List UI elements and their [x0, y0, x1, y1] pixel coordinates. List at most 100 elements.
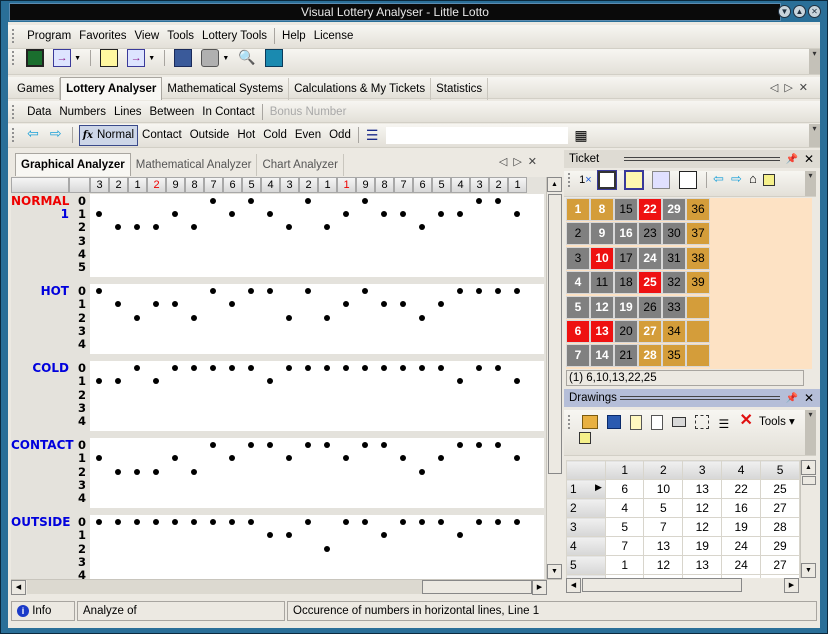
ticket-number-cell[interactable]: 3: [566, 246, 590, 270]
drawings-cell[interactable]: 1: [604, 555, 645, 575]
printer-icon[interactable]: [201, 49, 220, 67]
tab-chart-analyzer[interactable]: Chart Analyzer: [257, 154, 344, 176]
drawings-cell[interactable]: 29: [760, 536, 800, 556]
ticket-number-cell[interactable]: 27: [638, 320, 662, 343]
drawings-cell[interactable]: 5: [643, 498, 684, 518]
calculator-display-icon[interactable]: [265, 49, 284, 67]
drawings-row[interactable]: 5 1 12 13 24 27: [566, 555, 800, 575]
drawings-cell[interactable]: 13: [682, 479, 723, 499]
column-header[interactable]: 7: [394, 177, 413, 193]
toolbar-overflow-button[interactable]: ▾: [805, 410, 816, 455]
ticket-selection-field[interactable]: (1) 6,10,13,22,25: [566, 370, 804, 386]
column-header[interactable]: 9: [356, 177, 375, 193]
ticket-number-cell[interactable]: 17: [614, 246, 638, 270]
ticket-number-cell[interactable]: 5: [566, 295, 590, 319]
drawings-row-header[interactable]: 2: [566, 498, 606, 518]
ticket-number-cell[interactable]: 1: [566, 198, 590, 221]
column-header[interactable]: 2: [299, 177, 318, 193]
horizontal-scrollbar[interactable]: ◀ ▶: [11, 579, 562, 595]
drawings-cell[interactable]: 13: [682, 555, 723, 575]
pin-icon[interactable]: 📌: [786, 390, 798, 408]
tab-graphical-analyzer[interactable]: Graphical Analyzer: [15, 153, 131, 176]
column-header[interactable]: 1: [318, 177, 337, 193]
drawings-cell[interactable]: 24: [721, 555, 762, 575]
column-header[interactable]: 1: [508, 177, 527, 193]
ticket-number-cell[interactable]: 31: [662, 246, 686, 270]
drawings-cell[interactable]: 4: [604, 498, 645, 518]
tab-calculations-my-tickets[interactable]: Calculations & My Tickets: [289, 78, 432, 100]
ticket-number-cell[interactable]: 19: [614, 295, 638, 319]
grid-view-icon[interactable]: [26, 49, 45, 67]
list-options-icon[interactable]: ☰: [366, 127, 379, 143]
new-document-icon[interactable]: [630, 414, 643, 430]
select-frame-icon[interactable]: [695, 415, 710, 430]
column-header[interactable]: 7: [204, 177, 223, 193]
column-header[interactable]: 2: [147, 177, 166, 193]
vertical-scrollbar[interactable]: ▲ ▼: [546, 177, 562, 579]
ticket-number-cell[interactable]: 36: [686, 198, 710, 221]
scroll-thumb[interactable]: [422, 580, 532, 594]
export2-icon[interactable]: →: [127, 49, 146, 67]
column-header[interactable]: 2: [489, 177, 508, 193]
delete-icon[interactable]: ✕: [740, 412, 753, 429]
menu-program[interactable]: Program: [23, 25, 75, 47]
dropdown-arrow-icon[interactable]: ▼: [222, 55, 229, 62]
scroll-up-button[interactable]: ▲: [801, 460, 816, 475]
ticket-number-cell[interactable]: 38: [686, 246, 710, 270]
drawings-row[interactable]: 2 4 5 12 16 27: [566, 498, 800, 518]
analysis-menu-lines[interactable]: Lines: [110, 101, 146, 123]
ticket-number-cell[interactable]: 8: [590, 198, 614, 221]
column-header[interactable]: 6: [413, 177, 432, 193]
ticket-number-cell[interactable]: 22: [638, 198, 662, 221]
drawings-cell[interactable]: 24: [721, 536, 762, 556]
drawings-row[interactable]: 3 5 7 12 19 28: [566, 517, 800, 537]
ticket-number-cell[interactable]: 34: [662, 320, 686, 343]
filter-contact[interactable]: Contact: [138, 124, 186, 146]
analysis-menu-between[interactable]: Between: [146, 101, 199, 123]
print-preview-icon[interactable]: 🔍: [238, 49, 256, 67]
document-icon[interactable]: [100, 49, 119, 67]
drawings-row[interactable]: 1 ▶ 6 10 13 22 25: [566, 479, 800, 499]
drawings-column-header[interactable]: 2: [643, 460, 684, 480]
drawings-row-header[interactable]: 5: [566, 555, 606, 575]
layers-icon[interactable]: [579, 432, 591, 445]
drawings-cell[interactable]: 6: [604, 479, 645, 499]
drawings-horizontal-scrollbar[interactable]: ◀ ▶: [566, 578, 800, 593]
drawings-cell[interactable]: 27: [760, 498, 800, 518]
analysis-menu-in-contact[interactable]: In Contact: [198, 101, 258, 123]
column-header[interactable]: 5: [242, 177, 261, 193]
tab-statistics[interactable]: Statistics: [431, 78, 489, 100]
drawings-cell[interactable]: 22: [721, 479, 762, 499]
ticket-number-cell[interactable]: 26: [638, 295, 662, 319]
ticket-number-cell[interactable]: 13: [590, 320, 614, 343]
ticket-number-cell[interactable]: 14: [590, 344, 614, 368]
drawings-cell[interactable]: 19: [721, 517, 762, 537]
grip-handle[interactable]: [568, 415, 571, 430]
keyboard-icon[interactable]: [672, 417, 687, 428]
drawings-cell[interactable]: 19: [682, 536, 723, 556]
menu-view[interactable]: View: [130, 25, 163, 47]
tab-right-arrow-icon[interactable]: ▷: [513, 156, 527, 168]
drawings-column-header[interactable]: 3: [682, 460, 723, 480]
ticket-number-cell[interactable]: 12: [590, 295, 614, 319]
toolbar-overflow-button[interactable]: ▾: [809, 49, 820, 74]
close-button[interactable]: ✕: [808, 5, 821, 18]
one-times-icon[interactable]: 1×: [579, 174, 592, 186]
minimize-button[interactable]: ▼: [778, 5, 791, 18]
column-header[interactable]: 5: [432, 177, 451, 193]
column-header[interactable]: 3: [280, 177, 299, 193]
toolbar-overflow-button[interactable]: ▾: [809, 124, 820, 147]
drawings-column-header[interactable]: 5: [760, 460, 800, 480]
list-icon[interactable]: ☰: [718, 413, 730, 431]
drawings-cell[interactable]: 16: [721, 498, 762, 518]
drawings-cell[interactable]: 27: [760, 555, 800, 575]
tab-lottery-analyser[interactable]: Lottery Analyser: [60, 77, 163, 100]
analysis-menu-numbers[interactable]: Numbers: [55, 101, 110, 123]
back-arrow-icon[interactable]: ⇦: [713, 171, 724, 186]
drawings-cell[interactable]: 28: [760, 517, 800, 537]
ticket-number-cell[interactable]: 20: [614, 320, 638, 343]
drawings-row-header[interactable]: 3: [566, 517, 606, 537]
drawings-column-header[interactable]: 1: [604, 460, 645, 480]
export-icon[interactable]: →: [53, 49, 72, 67]
scroll-thumb[interactable]: [548, 194, 562, 474]
